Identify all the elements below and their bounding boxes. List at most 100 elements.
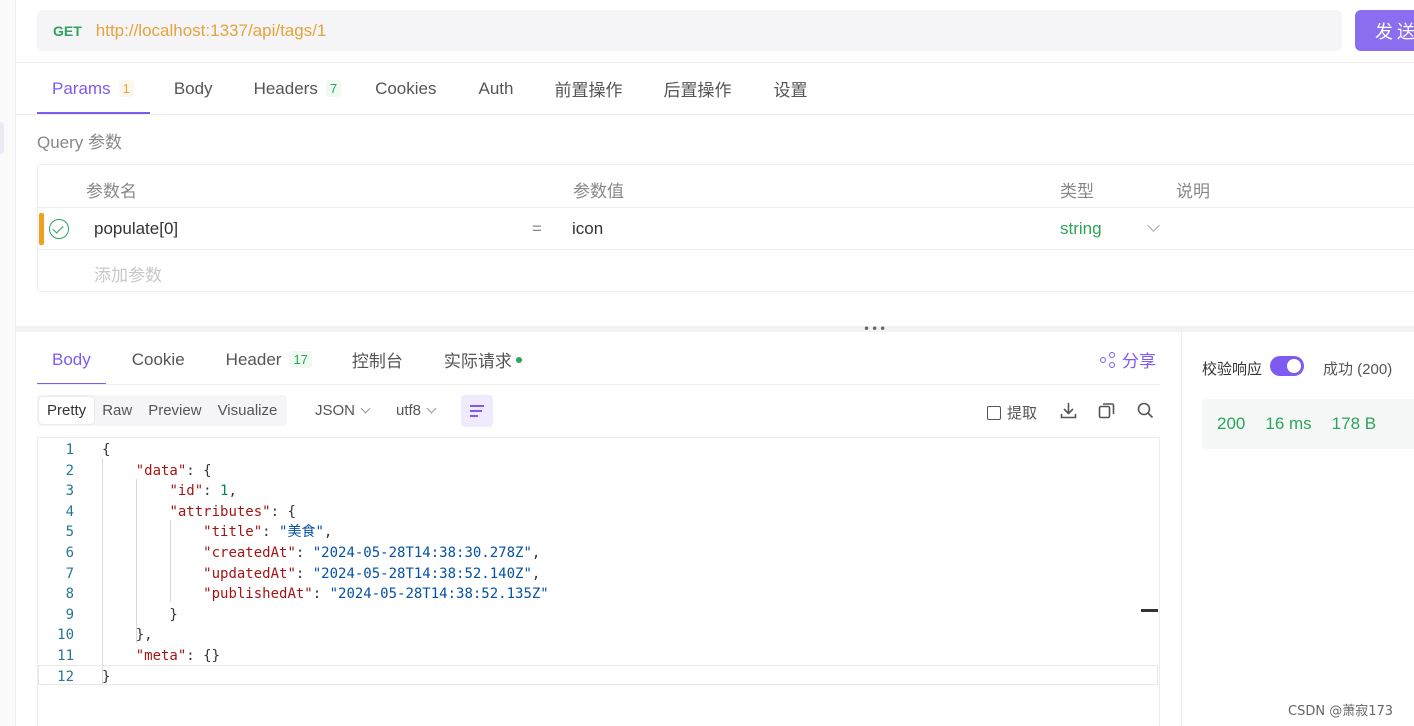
column-header-type: 类型 xyxy=(1060,182,1094,202)
row-drag-handle[interactable] xyxy=(39,213,44,245)
param-name-input[interactable]: populate[0] xyxy=(94,219,178,239)
search-icon[interactable] xyxy=(1137,402,1154,419)
word-wrap-button[interactable] xyxy=(461,395,493,427)
divider xyxy=(37,384,1160,385)
line-number: 1 xyxy=(65,442,74,458)
tab-response-cookie[interactable]: Cookie xyxy=(132,334,185,385)
params-table: 参数名 参数值 类型 说明 populate[0] = icon string … xyxy=(37,164,1414,292)
drag-handle-dots[interactable]: ••• xyxy=(863,322,887,336)
column-header-description: 说明 xyxy=(1176,182,1210,202)
code-line: 3 "id": 1, xyxy=(38,481,1158,502)
validate-response-label: 校验响应 xyxy=(1202,360,1263,378)
chevron-down-icon xyxy=(360,403,371,414)
param-type-select[interactable]: string xyxy=(1060,219,1102,239)
query-params-title: Query 参数 xyxy=(37,133,123,152)
format-raw[interactable]: Raw xyxy=(94,397,140,424)
tab-label: Cookie xyxy=(131,349,185,369)
code-text: "meta": {} xyxy=(135,648,221,664)
code-line: 5 "title": "美食", xyxy=(38,522,1158,543)
add-param-input[interactable]: 添加参数 xyxy=(94,261,162,286)
tab-label: 控制台 xyxy=(351,352,403,371)
format-preview[interactable]: Preview xyxy=(140,397,209,424)
tab-pre-request[interactable]: 前置操作 xyxy=(554,63,622,114)
response-code-editor[interactable]: 1{ 2 "data": { 3 "id": 1, 4 "attributes"… xyxy=(37,437,1160,726)
status-code: 200 xyxy=(1217,414,1246,433)
code-text: "attributes": { xyxy=(169,503,296,520)
url-bar[interactable]: GET http://localhost:1337/api/tags/1 xyxy=(37,10,1342,51)
format-switcher: Pretty Raw Preview Visualize xyxy=(37,395,288,426)
tab-label: Params xyxy=(52,78,111,98)
line-number: 2 xyxy=(65,462,74,479)
response-size: 178 B xyxy=(1331,414,1377,433)
line-number: 8 xyxy=(65,586,74,603)
request-tabs: Params 1 Body Headers 7 Cookies Auth 前置操作 … xyxy=(37,63,807,114)
tab-label: Headers xyxy=(253,78,318,98)
extract-icon xyxy=(987,405,1001,420)
table-row: populate[0] = icon string xyxy=(38,208,1414,250)
tab-label: 实际请求 xyxy=(443,352,512,371)
tab-label: Body xyxy=(173,78,213,98)
tab-cookies[interactable]: Cookies xyxy=(375,63,436,114)
share-icon xyxy=(1100,351,1116,368)
format-visualize[interactable]: Visualize xyxy=(210,397,286,424)
code-line: 11 "meta": {} xyxy=(38,646,1158,667)
method-selector[interactable]: GET xyxy=(53,23,82,39)
tab-console[interactable]: 控制台 xyxy=(352,334,403,385)
code-text: } xyxy=(102,668,111,685)
tab-settings[interactable]: 设置 xyxy=(773,63,807,114)
code-line: 7 "updatedAt": "2024-05-28T14:38:52.140Z… xyxy=(38,564,1158,585)
chevron-down-icon[interactable] xyxy=(1147,219,1160,232)
tab-actual-request[interactable]: 实际请求 xyxy=(444,334,522,385)
code-text: { xyxy=(102,442,111,458)
line-number: 4 xyxy=(65,503,74,520)
share-button[interactable]: 分享 xyxy=(1100,347,1156,372)
divider xyxy=(16,114,1414,115)
response-time: 16 ms xyxy=(1265,414,1312,433)
tab-params[interactable]: Params 1 xyxy=(37,63,150,114)
code-line: 1{ xyxy=(38,440,1158,461)
url-input[interactable]: http://localhost:1337/api/tags/1 xyxy=(96,21,327,41)
download-icon[interactable] xyxy=(1060,402,1077,419)
select-value: utf8 xyxy=(396,402,422,419)
code-line: 12} xyxy=(38,667,1158,688)
language-select[interactable]: JSON xyxy=(315,402,371,419)
validation-status: 成功 (200) xyxy=(1323,361,1393,378)
tab-response-body[interactable]: Body xyxy=(37,334,106,385)
tab-label: 设置 xyxy=(773,81,808,100)
line-number: 11 xyxy=(57,648,74,664)
code-text: "updatedAt": "2024-05-28T14:38:52.140Z", xyxy=(203,565,541,582)
line-number: 9 xyxy=(65,606,74,623)
tab-post-request[interactable]: 后置操作 xyxy=(663,63,731,114)
tab-headers[interactable]: Headers 7 xyxy=(254,63,342,114)
encoding-select[interactable]: utf8 xyxy=(396,402,437,419)
tab-response-header[interactable]: Header 17 xyxy=(226,334,312,385)
send-button[interactable]: 发送 xyxy=(1355,10,1414,51)
tab-auth[interactable]: Auth xyxy=(478,63,513,114)
watermark: CSDN @萧寂173 xyxy=(1288,704,1394,719)
header-count-badge: 17 xyxy=(289,351,312,368)
tab-body[interactable]: Body xyxy=(174,63,213,114)
select-value: JSON xyxy=(315,402,356,419)
code-line: 8 "publishedAt": "2024-05-28T14:38:52.13… xyxy=(38,584,1158,605)
copy-icon[interactable] xyxy=(1098,402,1115,419)
check-circle-icon[interactable] xyxy=(49,219,69,239)
extract-button[interactable]: 提取 xyxy=(987,402,1037,423)
tab-label: Auth xyxy=(478,78,514,98)
param-value-input[interactable]: icon xyxy=(572,219,603,239)
scrollbar-marker[interactable] xyxy=(1141,609,1158,612)
code-text: "data": { xyxy=(135,462,212,479)
format-pretty[interactable]: Pretty xyxy=(39,397,95,424)
tab-label: Body xyxy=(52,349,91,369)
code-line: 2 "data": { xyxy=(38,461,1158,482)
code-text: "publishedAt": "2024-05-28T14:38:52.135Z… xyxy=(203,586,549,603)
line-number: 3 xyxy=(65,483,74,500)
line-number: 7 xyxy=(65,565,74,582)
validate-response-toggle[interactable] xyxy=(1270,356,1304,376)
tab-label: Cookies xyxy=(375,78,437,98)
equals-sign: = xyxy=(532,219,542,238)
response-stats: 200 16 ms 178 B xyxy=(1202,399,1414,449)
sidebar-active-marker xyxy=(0,122,4,154)
line-number: 6 xyxy=(65,545,74,561)
status-dot-icon xyxy=(515,356,522,363)
line-number: 5 xyxy=(65,524,74,541)
